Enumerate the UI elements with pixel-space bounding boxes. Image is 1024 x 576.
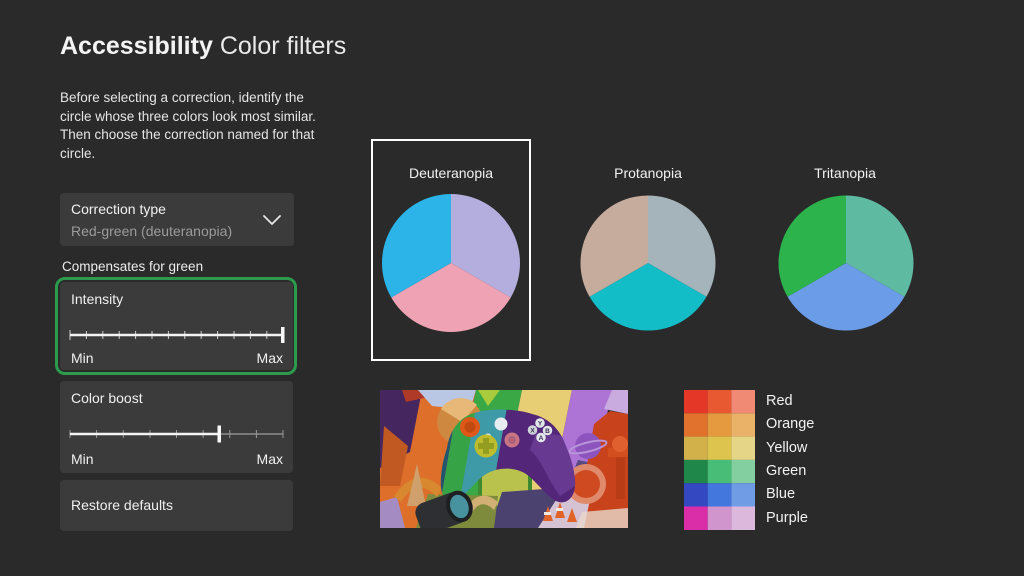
svg-text:X: X [530, 428, 535, 435]
svg-text:Y: Y [538, 421, 543, 428]
svg-text:B: B [545, 428, 550, 435]
svg-text:A: A [539, 435, 544, 442]
